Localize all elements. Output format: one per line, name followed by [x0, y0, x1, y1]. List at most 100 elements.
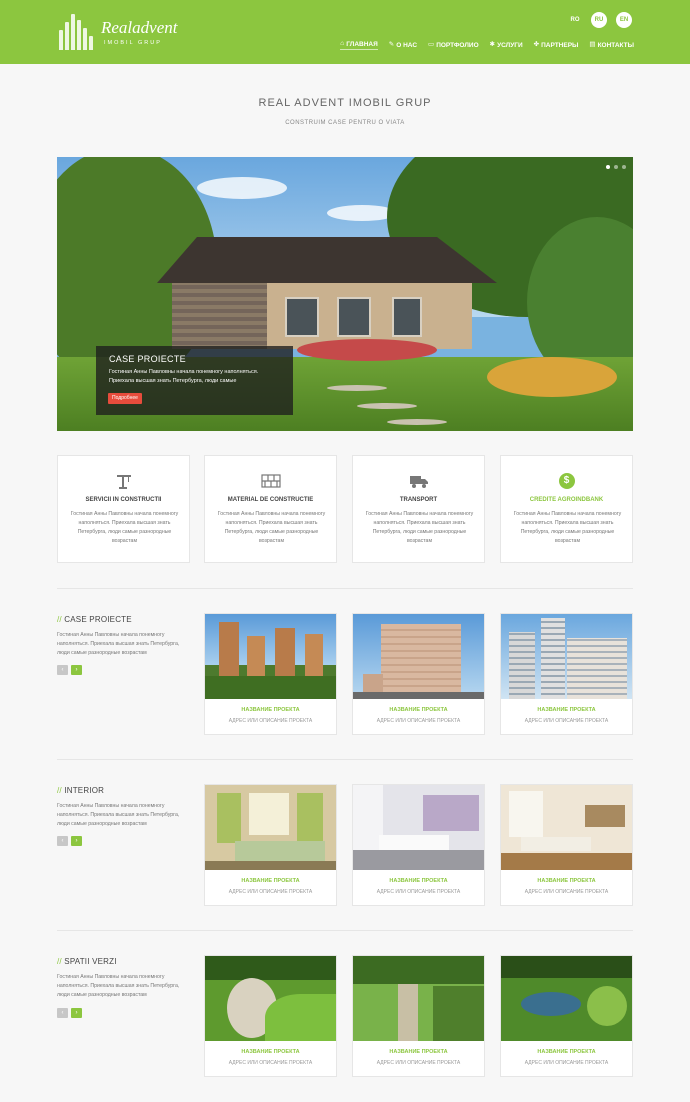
home-icon: ⌂ [340, 40, 345, 48]
page-subtitle: CONSTRUIM CASE PENTRU O VIATA [285, 120, 405, 126]
lang-ru-button[interactable]: RU [591, 12, 607, 28]
section-text: Гостиная Анны Павловны начала понемногу … [57, 632, 180, 656]
dollar-icon: $ [501, 472, 632, 490]
page-title: REAL ADVENT IMOBIL GRUP [258, 97, 432, 109]
section-slashes: // [57, 786, 62, 795]
nav-item-label: ПОРТФОЛИО [436, 42, 479, 49]
logo-subtitle: IMOBIL GRUP [104, 40, 162, 46]
logo[interactable]: Realadvent IMOBIL GRUP [57, 12, 177, 52]
service-title: TRANSPORT [399, 497, 438, 503]
slider-dot[interactable] [622, 165, 626, 169]
more-button[interactable]: Подробнее [108, 393, 142, 404]
next-arrow-button[interactable]: › [71, 665, 82, 675]
slide-caption-title: CASE PROIECTE [109, 354, 186, 364]
nav-item-label: ГЛАВНАЯ [346, 41, 378, 48]
prev-arrow-button[interactable]: ‹ [57, 836, 68, 846]
slider-dot[interactable] [606, 165, 610, 169]
project-card[interactable]: НАЗВАНИЕ ПРОЕКТА АДРЕС ИЛИ ОПИСАНИЕ ПРОЕ… [204, 955, 337, 1077]
slide-caption-text: Гостиная Анны Павловны начала понемногу … [109, 369, 259, 384]
service-box-credit[interactable]: $ CREDITE AGROINDBANK Гостиная Анны Павл… [500, 455, 633, 563]
nav-item-label: ПАРТНЕРЫ [541, 42, 579, 49]
house-window [392, 297, 422, 337]
nav-item-home[interactable]: ⌂ ГЛАВНАЯ [340, 40, 378, 50]
section-text: Гостиная Анны Павловны начала понемногу … [57, 803, 180, 827]
slider-dot[interactable] [614, 165, 618, 169]
gear-icon: ✱ [489, 41, 496, 49]
project-desc: АДРЕС ИЛИ ОПИСАНИЕ ПРОЕКТА [228, 889, 313, 895]
stepping-stone [357, 403, 417, 409]
project-card[interactable]: НАЗВАНИЕ ПРОЕКТА АДРЕС ИЛИ ОПИСАНИЕ ПРОЕ… [352, 784, 485, 906]
logo-buildings-icon [57, 12, 93, 50]
divider [57, 930, 633, 931]
project-desc: АДРЕС ИЛИ ОПИСАНИЕ ПРОЕКТА [376, 718, 461, 724]
project-image [353, 614, 484, 699]
project-name: НАЗВАНИЕ ПРОЕКТА [389, 878, 448, 884]
carousel-arrows: ‹ › [57, 1008, 82, 1018]
cloud [197, 177, 287, 199]
service-text: Гостиная Анны Павловны начала понемногу … [365, 511, 474, 544]
service-box-materials[interactable]: MATERIAL DE CONSTRUCTIE Гостиная Анны Па… [204, 455, 337, 563]
service-title: MATERIAL DE CONSTRUCTIE [227, 497, 314, 503]
lang-ro-button[interactable]: RO [567, 12, 583, 28]
nav-item-partners[interactable]: ✤ ПАРТНЕРЫ [534, 41, 579, 50]
divider [57, 759, 633, 760]
truck-icon [353, 472, 484, 490]
project-card[interactable]: НАЗВАНИЕ ПРОЕКТА АДРЕС ИЛИ ОПИСАНИЕ ПРОЕ… [352, 955, 485, 1077]
nav-item-services[interactable]: ✱ УСЛУГИ [490, 41, 523, 50]
flowerbed [487, 357, 617, 397]
project-desc: АДРЕС ИЛИ ОПИСАНИЕ ПРОЕКТА [524, 889, 609, 895]
house-window [337, 297, 371, 337]
project-desc: АДРЕС ИЛИ ОПИСАНИЕ ПРОЕКТА [524, 1060, 609, 1066]
house-window [285, 297, 319, 337]
section-title-text: SPATII VERZI [64, 957, 117, 966]
section-title: // CASE PROIECTE [57, 615, 132, 624]
project-desc: АДРЕС ИЛИ ОПИСАНИЕ ПРОЕКТА [376, 889, 461, 895]
service-title: SERVICII IN CONSTRUCTII [85, 497, 162, 503]
project-card[interactable]: НАЗВАНИЕ ПРОЕКТА АДРЕС ИЛИ ОПИСАНИЕ ПРОЕ… [204, 613, 337, 735]
service-box-construction[interactable]: SERVICII IN CONSTRUCTII Гостиная Анны Па… [57, 455, 190, 563]
service-box-transport[interactable]: TRANSPORT Гостиная Анны Павловны начала … [352, 455, 485, 563]
bricks-icon [205, 472, 336, 490]
service-text: Гостиная Анны Павловны начала понемногу … [70, 511, 179, 544]
nav-item-label: УСЛУГИ [497, 42, 523, 49]
project-card[interactable]: НАЗВАНИЕ ПРОЕКТА АДРЕС ИЛИ ОПИСАНИЕ ПРОЕ… [500, 784, 633, 906]
section-title: // SPATII VERZI [57, 957, 117, 966]
next-arrow-button[interactable]: › [71, 1008, 82, 1018]
project-image [205, 956, 336, 1041]
project-image [353, 956, 484, 1041]
stepping-stone [387, 419, 447, 425]
prev-arrow-button[interactable]: ‹ [57, 1008, 68, 1018]
project-image [205, 785, 336, 870]
crane-icon [58, 472, 189, 490]
project-name: НАЗВАНИЕ ПРОЕКТА [537, 1049, 596, 1055]
nav-item-contacts[interactable]: ▤ КОНТАКТЫ [589, 41, 634, 50]
lang-en-button[interactable]: EN [616, 12, 632, 28]
site-header: Realadvent IMOBIL GRUP RO RU EN ⌂ ГЛАВНА… [0, 0, 690, 64]
project-desc: АДРЕС ИЛИ ОПИСАНИЕ ПРОЕКТА [228, 718, 313, 724]
project-card[interactable]: НАЗВАНИЕ ПРОЕКТА АДРЕС ИЛИ ОПИСАНИЕ ПРОЕ… [500, 613, 633, 735]
project-name: НАЗВАНИЕ ПРОЕКТА [241, 878, 300, 884]
nav-item-label: О НАС [396, 42, 418, 49]
contact-icon: ▤ [589, 41, 596, 49]
project-name: НАЗВАНИЕ ПРОЕКТА [537, 707, 596, 713]
project-card[interactable]: НАЗВАНИЕ ПРОЕКТА АДРЕС ИЛИ ОПИСАНИЕ ПРОЕ… [500, 955, 633, 1077]
project-image [501, 614, 632, 699]
project-image [205, 614, 336, 699]
nav-item-portfolio[interactable]: ▭ ПОРТФОЛИО [428, 41, 479, 50]
project-card[interactable]: НАЗВАНИЕ ПРОЕКТА АДРЕС ИЛИ ОПИСАНИЕ ПРОЕ… [352, 613, 485, 735]
house-roof [157, 237, 497, 283]
pencil-icon: ✎ [388, 41, 395, 49]
section-slashes: // [57, 615, 62, 624]
prev-arrow-button[interactable]: ‹ [57, 665, 68, 675]
section-title-text: CASE PROIECTE [64, 615, 132, 624]
nav-item-about[interactable]: ✎ О НАС [389, 41, 417, 50]
service-text: Гостиная Анны Павловны начала понемногу … [217, 511, 326, 544]
project-image [501, 956, 632, 1041]
service-text: Гостиная Анны Павловны начала понемногу … [513, 511, 622, 544]
handshake-icon: ✤ [533, 41, 540, 49]
project-name: НАЗВАНИЕ ПРОЕКТА [241, 1049, 300, 1055]
divider [57, 588, 633, 589]
next-arrow-button[interactable]: › [71, 836, 82, 846]
project-card[interactable]: НАЗВАНИЕ ПРОЕКТА АДРЕС ИЛИ ОПИСАНИЕ ПРОЕ… [204, 784, 337, 906]
project-image [501, 785, 632, 870]
